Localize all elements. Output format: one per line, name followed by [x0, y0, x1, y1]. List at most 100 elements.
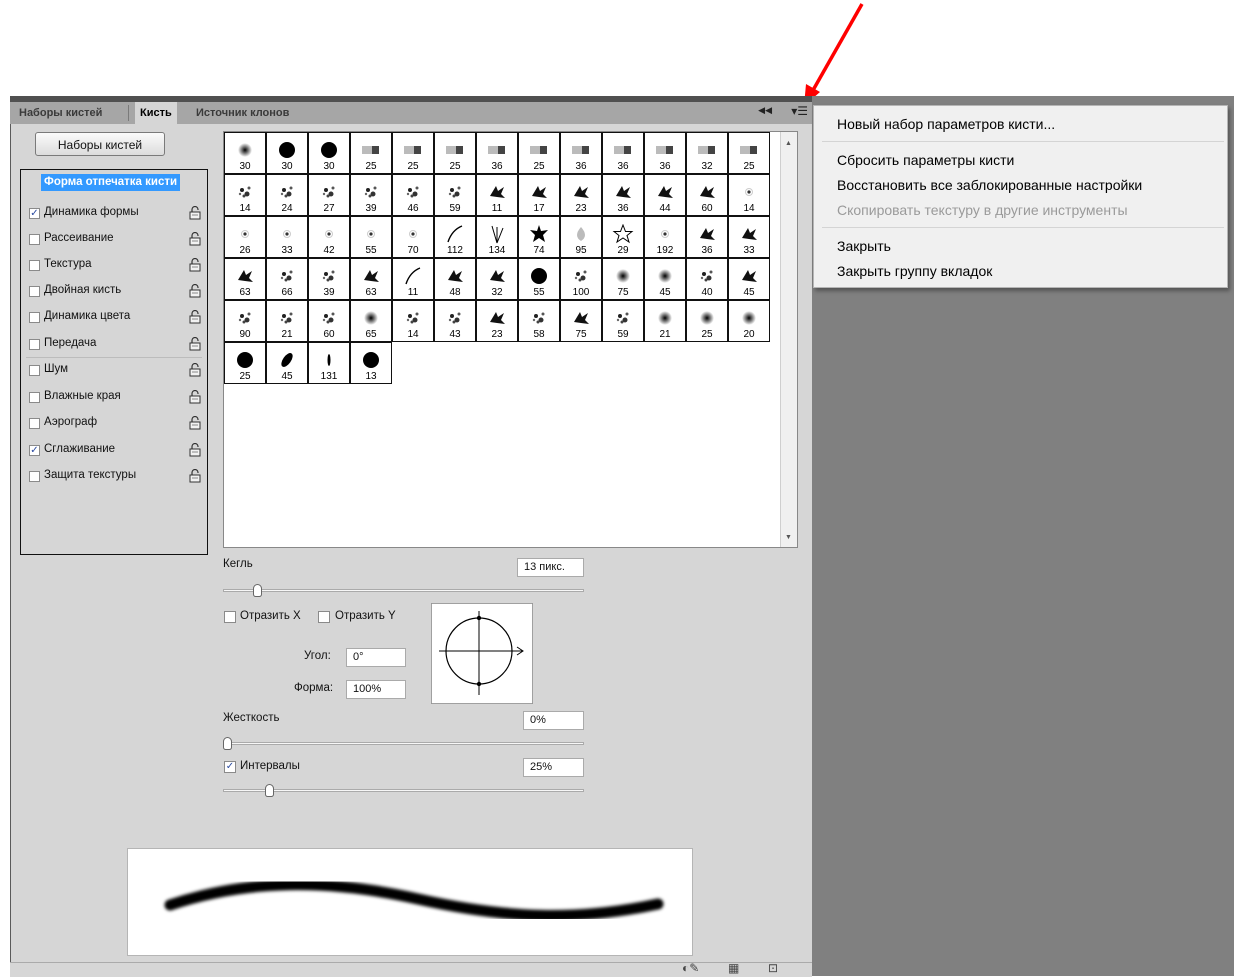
spacing-slider-thumb[interactable]	[265, 784, 275, 797]
option-checkbox[interactable]: ✓	[29, 445, 40, 456]
brush-tip-cell[interactable]: 14	[728, 174, 770, 216]
tab-clone-source[interactable]: Источник клонов	[191, 102, 294, 124]
spacing-input[interactable]: 25%	[523, 758, 584, 777]
option-item[interactable]: Текстура	[21, 255, 207, 277]
brush-tip-cell[interactable]: 58	[518, 300, 560, 342]
brush-tip-shape-item[interactable]: Форма отпечатка кисти	[41, 174, 181, 191]
brush-tip-cell[interactable]: 17	[518, 174, 560, 216]
brush-tip-cell[interactable]: 66	[266, 258, 308, 300]
option-checkbox[interactable]	[29, 471, 40, 482]
roundness-input[interactable]: 100%	[346, 680, 406, 699]
brush-tip-cell[interactable]: 36	[476, 132, 518, 174]
hardness-input[interactable]: 0%	[523, 711, 584, 730]
double-chevron-left-icon[interactable]: ◀◀	[758, 105, 772, 116]
menu-close[interactable]: Закрыть	[837, 238, 891, 254]
brush-tip-cell[interactable]: 63	[350, 258, 392, 300]
brush-tip-cell[interactable]: 30	[308, 132, 350, 174]
option-checkbox[interactable]	[29, 312, 40, 323]
option-checkbox[interactable]	[29, 234, 40, 245]
option-item[interactable]: Защита текстуры	[21, 466, 207, 488]
brush-tip-cell[interactable]: 45	[266, 342, 308, 384]
menu-close-tab-group[interactable]: Закрыть группу вкладок	[837, 263, 992, 279]
option-checkbox[interactable]	[29, 365, 40, 376]
brush-tip-cell[interactable]: 60	[686, 174, 728, 216]
brush-tip-cell[interactable]: 63	[224, 258, 266, 300]
brush-tip-cell[interactable]: 59	[434, 174, 476, 216]
brush-tip-cell[interactable]: 13	[350, 342, 392, 384]
brush-tip-cell[interactable]: 46	[392, 174, 434, 216]
panel-menu-icon[interactable]: ▾☰	[791, 104, 808, 118]
brush-tip-cell[interactable]: 36	[602, 132, 644, 174]
brush-tip-cell[interactable]: 74	[518, 216, 560, 258]
flip-y-checkbox[interactable]	[318, 611, 330, 623]
brush-tip-cell[interactable]: 112	[434, 216, 476, 258]
option-item[interactable]: ✓ Динамика формы	[21, 203, 207, 225]
lock-icon[interactable]	[189, 284, 202, 298]
menu-new-brush-preset[interactable]: Новый набор параметров кисти...	[837, 116, 1055, 132]
brush-tip-cell[interactable]: 90	[224, 300, 266, 342]
hardness-slider-thumb[interactable]	[223, 737, 232, 750]
brush-tip-cell[interactable]: 21	[644, 300, 686, 342]
brush-tip-cell[interactable]: 25	[518, 132, 560, 174]
lock-icon[interactable]	[189, 206, 202, 220]
brush-tip-cell[interactable]: 55	[518, 258, 560, 300]
brush-tip-cell[interactable]: 14	[392, 300, 434, 342]
brush-tip-cell[interactable]: 25	[434, 132, 476, 174]
brush-tip-cell[interactable]: 30	[224, 132, 266, 174]
option-item[interactable]: Рассеивание	[21, 229, 207, 251]
lock-icon[interactable]	[189, 443, 202, 457]
option-item[interactable]: Влажные края	[21, 387, 207, 409]
brush-tip-cell[interactable]: 33	[728, 216, 770, 258]
brush-tip-cell[interactable]: 192	[644, 216, 686, 258]
tab-brush-presets[interactable]: Наборы кистей	[14, 102, 107, 124]
option-item[interactable]: ✓ Сглаживание	[21, 440, 207, 462]
option-checkbox[interactable]	[29, 339, 40, 350]
lock-icon[interactable]	[189, 258, 202, 272]
option-item[interactable]: Динамика цвета	[21, 307, 207, 329]
brush-tip-cell[interactable]: 25	[728, 132, 770, 174]
lock-icon[interactable]	[189, 337, 202, 351]
brush-tip-cell[interactable]: 48	[434, 258, 476, 300]
brush-tip-cell[interactable]: 70	[392, 216, 434, 258]
option-checkbox[interactable]	[29, 260, 40, 271]
brush-tip-cell[interactable]: 75	[602, 258, 644, 300]
brush-tip-cell[interactable]: 14	[224, 174, 266, 216]
angle-input[interactable]: 0°	[346, 648, 406, 667]
flip-x-checkbox[interactable]	[224, 611, 236, 623]
brush-presets-button[interactable]: Наборы кистей	[35, 132, 165, 156]
brush-tip-cell[interactable]: 24	[266, 174, 308, 216]
lock-icon[interactable]	[189, 469, 202, 483]
brush-tip-cell[interactable]: 100	[560, 258, 602, 300]
brush-tip-cell[interactable]: 40	[686, 258, 728, 300]
brush-tip-cell[interactable]: 44	[644, 174, 686, 216]
brush-tip-cell[interactable]: 59	[602, 300, 644, 342]
lock-icon[interactable]	[189, 363, 202, 377]
brush-tip-cell[interactable]: 134	[476, 216, 518, 258]
brush-tip-cell[interactable]: 33	[266, 216, 308, 258]
brush-tip-cell[interactable]: 25	[350, 132, 392, 174]
brush-tip-cell[interactable]: 36	[644, 132, 686, 174]
brush-tip-cell[interactable]: 75	[560, 300, 602, 342]
brush-tip-cell[interactable]: 36	[602, 174, 644, 216]
option-checkbox[interactable]	[29, 286, 40, 297]
brush-tip-cell[interactable]: 25	[224, 342, 266, 384]
option-item[interactable]: Аэрограф	[21, 413, 207, 435]
lock-icon[interactable]	[189, 310, 202, 324]
brush-tip-cell[interactable]: 60	[308, 300, 350, 342]
brush-tip-cell[interactable]: 11	[392, 258, 434, 300]
brush-tip-cell[interactable]: 39	[350, 174, 392, 216]
brush-tip-cell[interactable]: 36	[686, 216, 728, 258]
hardness-slider-track[interactable]	[223, 742, 584, 745]
brush-tip-cell[interactable]: 25	[392, 132, 434, 174]
brush-tip-cell[interactable]: 95	[560, 216, 602, 258]
toggle-bristle-preview-icon[interactable]: ◐✎	[682, 961, 699, 975]
lock-icon[interactable]	[189, 390, 202, 404]
menu-restore-locked[interactable]: Восстановить все заблокированные настрой…	[837, 177, 1142, 193]
brush-tip-cell[interactable]: 32	[686, 132, 728, 174]
brush-tip-cell[interactable]: 55	[350, 216, 392, 258]
menu-reset-brush[interactable]: Сбросить параметры кисти	[837, 152, 1014, 168]
brush-tip-cell[interactable]: 45	[644, 258, 686, 300]
option-checkbox[interactable]: ✓	[29, 208, 40, 219]
brush-tip-cell[interactable]: 43	[434, 300, 476, 342]
brush-tip-cell[interactable]: 25	[686, 300, 728, 342]
